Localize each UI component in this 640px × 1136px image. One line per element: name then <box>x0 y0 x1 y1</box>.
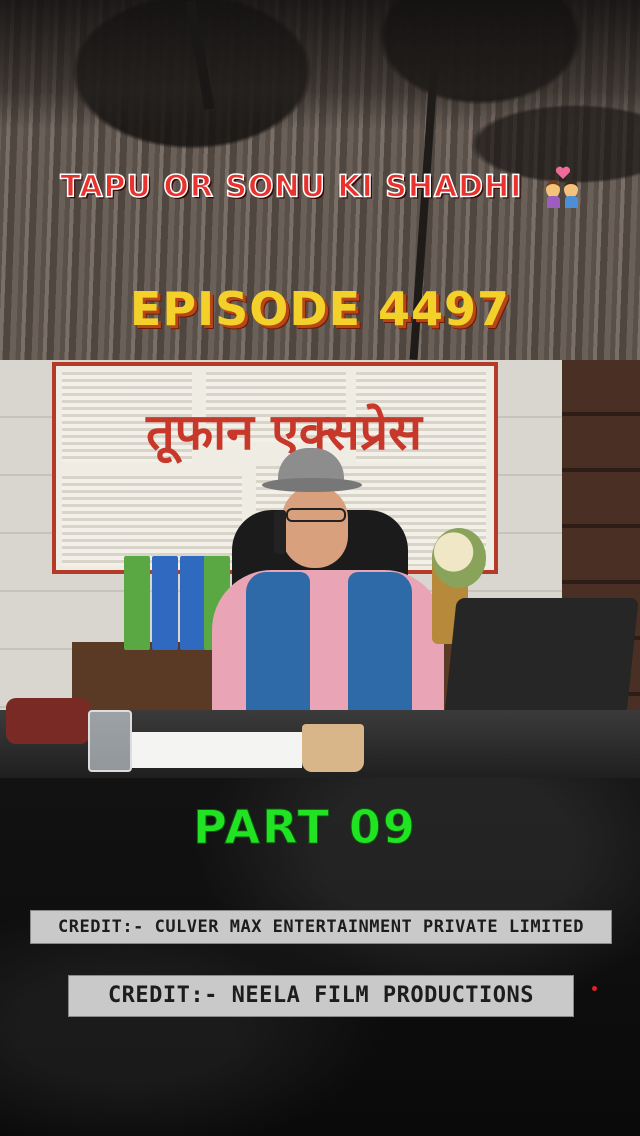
person-vest <box>348 572 412 722</box>
water-glass <box>88 710 132 772</box>
hat-brim <box>262 478 362 492</box>
binder-green <box>124 556 150 650</box>
episode-label: EPISODE 4497 <box>129 282 511 336</box>
binder-blue <box>152 556 178 650</box>
desk-papers <box>132 732 302 768</box>
desk-telephone <box>6 698 90 744</box>
fedora-hat <box>262 448 362 498</box>
wood-crack <box>0 0 640 130</box>
glasses <box>286 508 346 522</box>
credit-banner-secondary: CREDIT:- NEELA FILM PRODUCTIONS <box>68 975 574 1017</box>
video-frame[interactable]: तूफान एक्सप्रेस <box>0 360 640 778</box>
part-label: PART 09 <box>193 800 417 855</box>
laptop <box>443 598 639 726</box>
person-face <box>282 486 348 568</box>
flower-bouquet <box>432 528 486 588</box>
reel-title-text: TAPU OR SONU KI SHADHI <box>59 169 523 206</box>
phone <box>274 510 286 554</box>
newspaper-clipping <box>62 476 242 566</box>
red-dot <box>592 986 597 991</box>
person-vest <box>246 572 310 722</box>
binder-blue <box>180 556 206 650</box>
person-body <box>546 196 560 208</box>
couple-with-heart-icon <box>545 166 580 208</box>
reel-title: TAPU OR SONU KI SHADHI <box>0 166 640 208</box>
reel-frame: TAPU OR SONU KI SHADHI EPISODE 4497 तूफा… <box>0 0 640 1136</box>
pen-holder <box>302 724 364 772</box>
person-body <box>564 196 578 208</box>
heart-icon <box>555 166 570 179</box>
credit-banner-primary: CREDIT:- CULVER MAX ENTERTAINMENT PRIVAT… <box>30 910 612 944</box>
